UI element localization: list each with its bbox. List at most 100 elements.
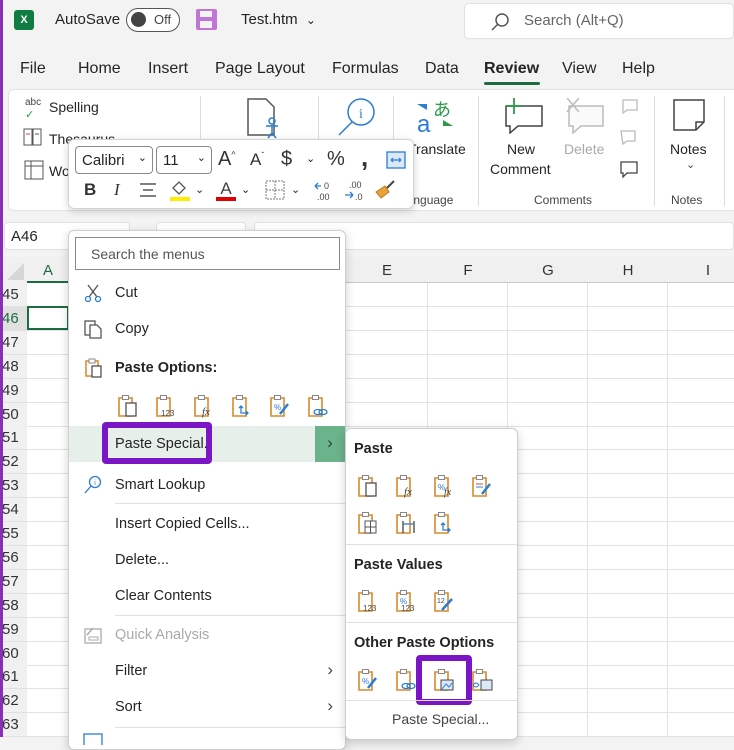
chevron-down-icon[interactable]: ⌄ — [306, 152, 315, 165]
paste-icon[interactable] — [356, 474, 380, 498]
file-name-dropdown[interactable]: Test.htm ⌄ — [241, 11, 316, 28]
menu-search-input[interactable]: Search the menus — [75, 237, 340, 270]
tab-data[interactable]: Data — [425, 60, 459, 78]
paste-values-icon[interactable]: 123 — [154, 394, 178, 418]
column-header-e[interactable]: E — [347, 262, 427, 279]
autosave-toggle[interactable]: Off — [126, 8, 180, 32]
chevron-down-icon[interactable]: ⌄ — [291, 183, 300, 196]
menu-item-paste-special[interactable]: Paste Special. › — [69, 422, 345, 464]
paste-special-dialog-link[interactable]: Paste Special... — [392, 711, 489, 727]
increase-decimal-icon[interactable]: 0 .00 — [313, 178, 337, 202]
comma-style-button[interactable]: , — [361, 142, 368, 173]
save-icon[interactable] — [196, 9, 217, 30]
menu-item-sort[interactable]: Sort › — [69, 689, 345, 725]
align-center-icon[interactable] — [139, 182, 157, 198]
percent-style-button[interactable]: % — [327, 148, 345, 171]
row-header[interactable]: 56 — [0, 545, 27, 570]
italic-button[interactable]: I — [114, 180, 120, 200]
values-source-formatting-icon[interactable]: 12 — [432, 589, 456, 613]
no-borders-icon[interactable] — [356, 511, 380, 535]
paste-link-icon[interactable] — [394, 668, 418, 692]
menu-item-cut[interactable]: Cut — [69, 275, 345, 311]
select-all-button[interactable] — [0, 257, 27, 283]
bold-button[interactable]: B — [84, 180, 96, 200]
row-header[interactable]: 48 — [0, 354, 27, 379]
search-box[interactable]: Search (Alt+Q) — [464, 3, 734, 39]
tab-help[interactable]: Help — [622, 60, 655, 78]
notes-label[interactable]: Notes — [670, 141, 707, 157]
menu-item-clear-contents[interactable]: Clear Contents — [69, 578, 345, 614]
tab-insert[interactable]: Insert — [148, 60, 188, 78]
new-comment-icon[interactable] — [502, 98, 544, 134]
row-header[interactable]: 63 — [0, 713, 27, 738]
increase-font-size-button[interactable]: A^ — [218, 148, 236, 171]
font-size-select[interactable]: 11 ⌄ — [156, 146, 212, 174]
column-header-h[interactable]: H — [588, 262, 668, 279]
row-header[interactable]: 58 — [0, 593, 27, 618]
row-header[interactable]: 46 — [0, 306, 27, 331]
formulas-number-formatting-icon[interactable]: %fx — [432, 474, 456, 498]
smart-lookup-icon[interactable]: i — [336, 96, 378, 138]
row-header[interactable]: 61 — [0, 665, 27, 690]
decrease-decimal-icon[interactable]: .00 .0 — [343, 178, 367, 202]
picture-icon[interactable] — [432, 668, 456, 692]
translate-icon[interactable]: a あ — [415, 98, 455, 134]
row-header[interactable]: 62 — [0, 689, 27, 714]
chevron-right-icon[interactable]: › — [315, 426, 345, 462]
translate-label[interactable]: Translate — [408, 141, 466, 157]
paste-icon[interactable] — [116, 394, 140, 418]
menu-item-smart-lookup[interactable]: i Smart Lookup — [69, 467, 345, 503]
show-comments-icon[interactable] — [619, 160, 639, 178]
menu-item-filter[interactable]: Filter › — [69, 653, 345, 689]
menu-item-copy[interactable]: Copy — [69, 311, 345, 347]
row-header[interactable]: 59 — [0, 617, 27, 642]
keep-column-widths-icon[interactable] — [394, 511, 418, 535]
tab-file[interactable]: File — [20, 60, 46, 78]
menu-item-delete[interactable]: Delete... — [69, 542, 345, 578]
paste-transpose-icon[interactable] — [230, 394, 254, 418]
menu-item-insert-copied-cells[interactable]: Insert Copied Cells... — [69, 506, 345, 542]
column-header-i[interactable]: I — [668, 262, 734, 279]
values-number-formatting-icon[interactable]: %123 — [394, 589, 418, 613]
merge-center-icon[interactable] — [386, 150, 406, 170]
row-header[interactable]: 54 — [0, 498, 27, 523]
fill-color-icon[interactable] — [169, 178, 191, 202]
tab-formulas[interactable]: Formulas — [332, 60, 399, 78]
notes-icon[interactable] — [672, 98, 708, 134]
new-comment-label-1[interactable]: New — [507, 141, 535, 157]
transpose-icon[interactable] — [432, 511, 456, 535]
tab-view[interactable]: View — [562, 60, 596, 78]
paste-link-icon[interactable] — [306, 394, 330, 418]
check-accessibility-icon[interactable] — [246, 97, 282, 139]
chevron-down-icon[interactable]: ⌄ — [241, 183, 250, 196]
column-header-f[interactable]: F — [428, 262, 508, 279]
row-header[interactable]: 53 — [0, 474, 27, 499]
font-color-icon[interactable]: A — [215, 178, 237, 202]
chevron-down-icon[interactable]: ⌄ — [686, 158, 695, 171]
row-header[interactable]: 51 — [0, 426, 27, 451]
font-name-select[interactable]: Calibri ⌄ — [75, 146, 153, 174]
linked-picture-icon[interactable] — [470, 668, 494, 692]
borders-icon[interactable] — [265, 180, 285, 200]
tab-review[interactable]: Review — [484, 60, 539, 78]
paste-formulas-icon[interactable]: fx — [192, 394, 216, 418]
row-header[interactable]: 52 — [0, 450, 27, 475]
row-header[interactable]: 50 — [0, 402, 27, 427]
row-header[interactable]: 55 — [0, 522, 27, 546]
chevron-down-icon[interactable]: ⌄ — [195, 183, 204, 196]
row-header[interactable]: 49 — [0, 378, 27, 403]
currency-format-button[interactable]: $ — [281, 148, 292, 171]
format-painter-icon[interactable] — [373, 178, 397, 202]
column-header-a[interactable]: A — [27, 262, 69, 279]
column-header-g[interactable]: G — [508, 262, 588, 279]
row-header[interactable]: 47 — [0, 330, 27, 355]
values-icon[interactable]: 123 — [356, 589, 380, 613]
row-header[interactable]: 60 — [0, 641, 27, 666]
decrease-font-size-button[interactable]: Aˇ — [250, 150, 264, 170]
tab-page-layout[interactable]: Page Layout — [215, 60, 305, 78]
tab-home[interactable]: Home — [78, 60, 121, 78]
selected-cell[interactable] — [27, 306, 69, 330]
new-comment-label-2[interactable]: Comment — [490, 161, 551, 177]
paste-formatting-icon[interactable]: % — [268, 394, 292, 418]
formulas-icon[interactable]: fx — [394, 474, 418, 498]
